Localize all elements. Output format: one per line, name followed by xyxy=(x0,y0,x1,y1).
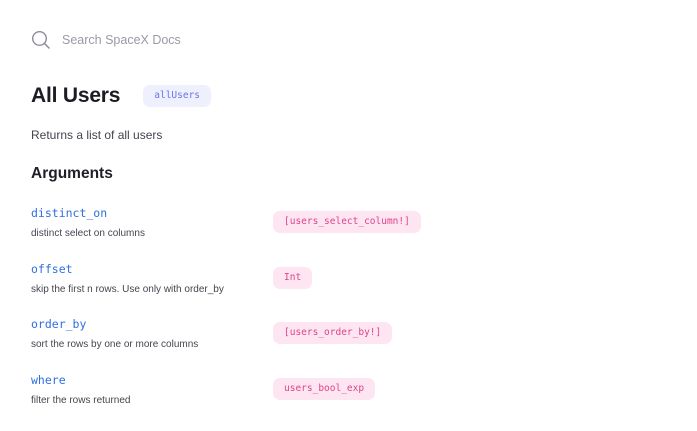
argument-type-badge[interactable]: users_bool_exp xyxy=(273,378,376,400)
argument-item-offset: offset skip the first n rows. Use only w… xyxy=(31,262,651,298)
argument-type-badge[interactable]: [users_select_column!] xyxy=(273,211,421,233)
argument-description: distinct select on columns xyxy=(31,228,145,239)
search-input[interactable] xyxy=(62,33,362,47)
argument-item-where: where filter the rows returned users_boo… xyxy=(31,373,651,409)
argument-item-order-by: order_by sort the rows by one or more co… xyxy=(31,317,651,353)
argument-item-distinct-on: distinct_on distinct select on columns [… xyxy=(31,206,651,242)
arguments-heading: Arguments xyxy=(31,165,113,182)
page-title: All Users xyxy=(31,84,121,107)
argument-name[interactable]: order_by xyxy=(31,317,86,331)
title-row: All Users allUsers xyxy=(31,84,212,108)
search-icon xyxy=(31,30,51,50)
argument-name[interactable]: offset xyxy=(31,262,73,276)
argument-name[interactable]: where xyxy=(31,373,66,387)
argument-description: skip the first n rows. Use only with ord… xyxy=(31,284,224,295)
query-name-badge: allUsers xyxy=(143,85,212,107)
argument-type-badge[interactable]: Int xyxy=(273,267,313,289)
query-description: Returns a list of all users xyxy=(31,128,163,142)
argument-name[interactable]: distinct_on xyxy=(31,206,107,220)
argument-description: sort the rows by one or more columns xyxy=(31,339,199,350)
search-bar[interactable] xyxy=(31,30,362,50)
argument-type-badge[interactable]: [users_order_by!] xyxy=(273,322,393,344)
argument-description: filter the rows returned xyxy=(31,395,131,406)
